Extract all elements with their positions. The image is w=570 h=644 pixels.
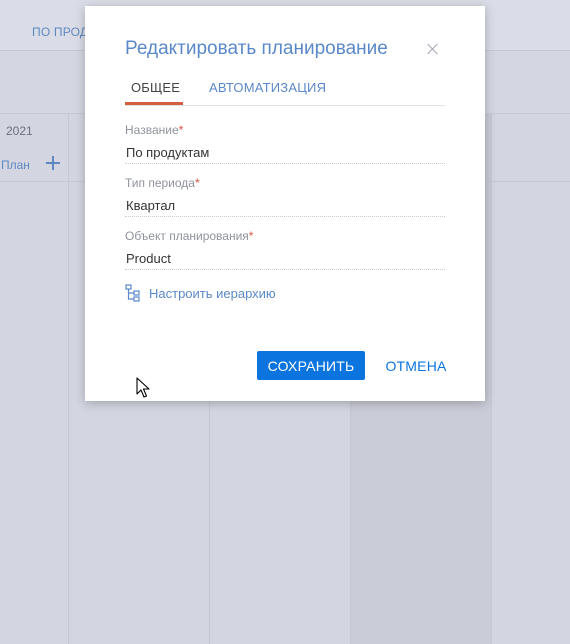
background-column-divider: [68, 113, 69, 644]
save-button[interactable]: СОХРАНИТЬ: [257, 351, 365, 380]
planning-object-field-label: Объект планирования*: [125, 229, 254, 243]
required-mark: *: [194, 176, 200, 190]
cancel-button[interactable]: ОТМЕНА: [381, 351, 451, 380]
background-plan-label: План: [1, 158, 30, 172]
background-year-label: 2021: [6, 124, 33, 138]
mouse-cursor-icon: [136, 377, 150, 398]
required-mark: *: [248, 229, 254, 243]
period-type-field: Тип периода* Квартал: [125, 176, 445, 217]
active-tab-indicator: [125, 102, 183, 105]
name-field-label: Название*: [125, 123, 184, 137]
dialog-tabs: ОБЩЕЕ АВТОМАТИЗАЦИЯ: [125, 74, 445, 106]
required-mark: *: [178, 123, 184, 137]
tab-general[interactable]: ОБЩЕЕ: [131, 80, 180, 95]
background-tab-products: ПО ПРОД: [32, 25, 89, 39]
hierarchy-icon: [125, 284, 140, 302]
period-type-field-label: Тип периода*: [125, 176, 200, 190]
close-icon[interactable]: [425, 41, 441, 57]
name-field: Название* По продуктам: [125, 123, 445, 164]
planning-object-field: Объект планирования* Product: [125, 229, 445, 270]
edit-planning-dialog: Редактировать планирование ОБЩЕЕ АВТОМАТ…: [85, 6, 485, 401]
planning-object-input[interactable]: Product: [125, 249, 445, 270]
name-input[interactable]: По продуктам: [125, 143, 445, 164]
plus-icon: [46, 156, 60, 170]
tab-automation[interactable]: АВТОМАТИЗАЦИЯ: [209, 80, 326, 95]
background-column-divider: [491, 113, 492, 644]
dialog-title: Редактировать планирование: [125, 38, 388, 59]
configure-hierarchy-label: Настроить иерархию: [149, 285, 276, 301]
configure-hierarchy-link[interactable]: Настроить иерархию: [125, 284, 276, 302]
period-type-input[interactable]: Квартал: [125, 196, 445, 217]
